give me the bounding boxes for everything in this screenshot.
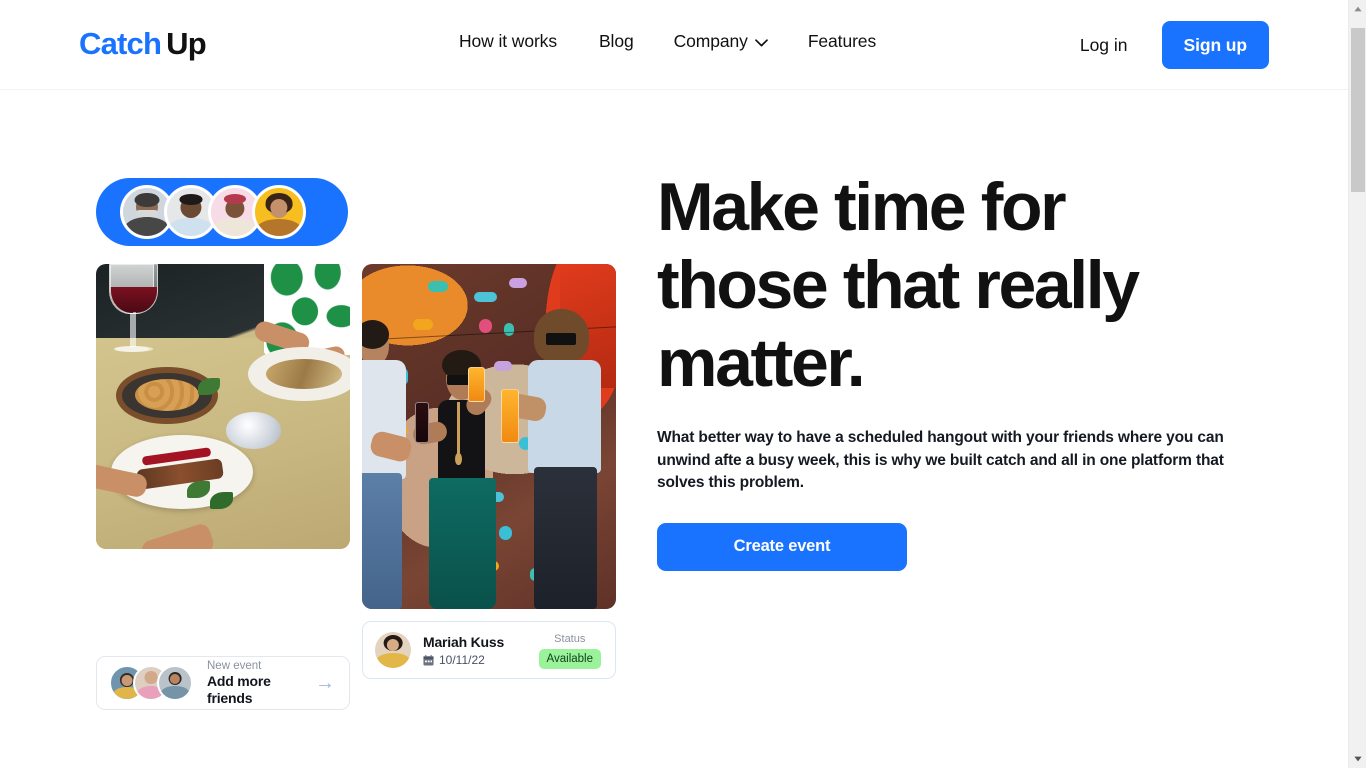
nav-item-how-it-works[interactable]: How it works <box>459 31 557 52</box>
person-status-card[interactable]: Mariah Kuss 10/11/22 Status Available <box>362 621 616 679</box>
scroll-up-arrow-icon[interactable] <box>1349 0 1366 18</box>
person-name: Mariah Kuss <box>423 633 505 650</box>
avatar <box>157 665 193 701</box>
status-label: Status <box>554 632 586 645</box>
person-info: Mariah Kuss 10/11/22 <box>423 633 539 668</box>
nav-label: Blog <box>598 31 634 51</box>
status-badge: Available <box>538 648 601 669</box>
friends-avatar-pill <box>96 178 348 246</box>
nav-label: How it works <box>459 31 557 51</box>
browser-page: Catch Up How it works Blog Company Featur… <box>0 0 1366 768</box>
friend-avatars <box>109 665 193 701</box>
new-event-eyebrow: New event <box>207 660 262 672</box>
signup-button[interactable]: Sign up <box>1161 21 1269 69</box>
auth-actions: Log in Sign up <box>1080 21 1269 69</box>
arrow-right-icon[interactable]: → <box>315 673 337 693</box>
calendar-icon <box>423 654 434 666</box>
logo-text-primary: Catch <box>79 26 162 61</box>
nav-item-blog[interactable]: Blog <box>599 31 634 52</box>
dinner-table-photo <box>96 264 350 549</box>
login-link[interactable]: Log in <box>1080 35 1128 56</box>
logo-text-secondary: Up <box>166 26 207 61</box>
event-date: 10/11/22 <box>423 652 539 668</box>
main-navigation: How it works Blog Company Features <box>459 31 876 52</box>
nav-item-company[interactable]: Company <box>674 31 768 52</box>
vertical-scrollbar[interactable] <box>1348 0 1366 768</box>
new-event-text: New event Add more friends <box>207 659 315 707</box>
page-viewport: Catch Up How it works Blog Company Featur… <box>0 0 1348 768</box>
status-area: Status Available <box>538 632 603 669</box>
avatar <box>375 632 411 668</box>
site-header: Catch Up How it works Blog Company Featur… <box>0 0 1348 90</box>
friends-mural-photo <box>362 264 616 609</box>
chevron-down-icon <box>754 38 768 47</box>
nav-label: Company <box>673 31 748 51</box>
new-event-card[interactable]: New event Add more friends → <box>96 656 350 710</box>
scrollbar-thumb[interactable] <box>1351 28 1365 192</box>
site-logo[interactable]: Catch Up <box>79 22 207 66</box>
nav-item-features[interactable]: Features <box>808 31 876 52</box>
hero-visuals: New event Add more friends → Mariah Kuss… <box>96 178 621 713</box>
avatar <box>252 185 306 239</box>
scroll-down-arrow-icon[interactable] <box>1349 750 1366 768</box>
hero-subcopy: What better way to have a scheduled hang… <box>657 429 1224 491</box>
event-date-text: 10/11/22 <box>439 652 485 667</box>
new-event-title: Add more friends <box>207 673 271 706</box>
hero-copy: Make time for those that really matter. … <box>657 168 1257 571</box>
nav-label: Features <box>807 31 877 51</box>
page-title: Make time for those that really matter. <box>657 169 1140 401</box>
create-event-button[interactable]: Create event <box>657 522 907 571</box>
